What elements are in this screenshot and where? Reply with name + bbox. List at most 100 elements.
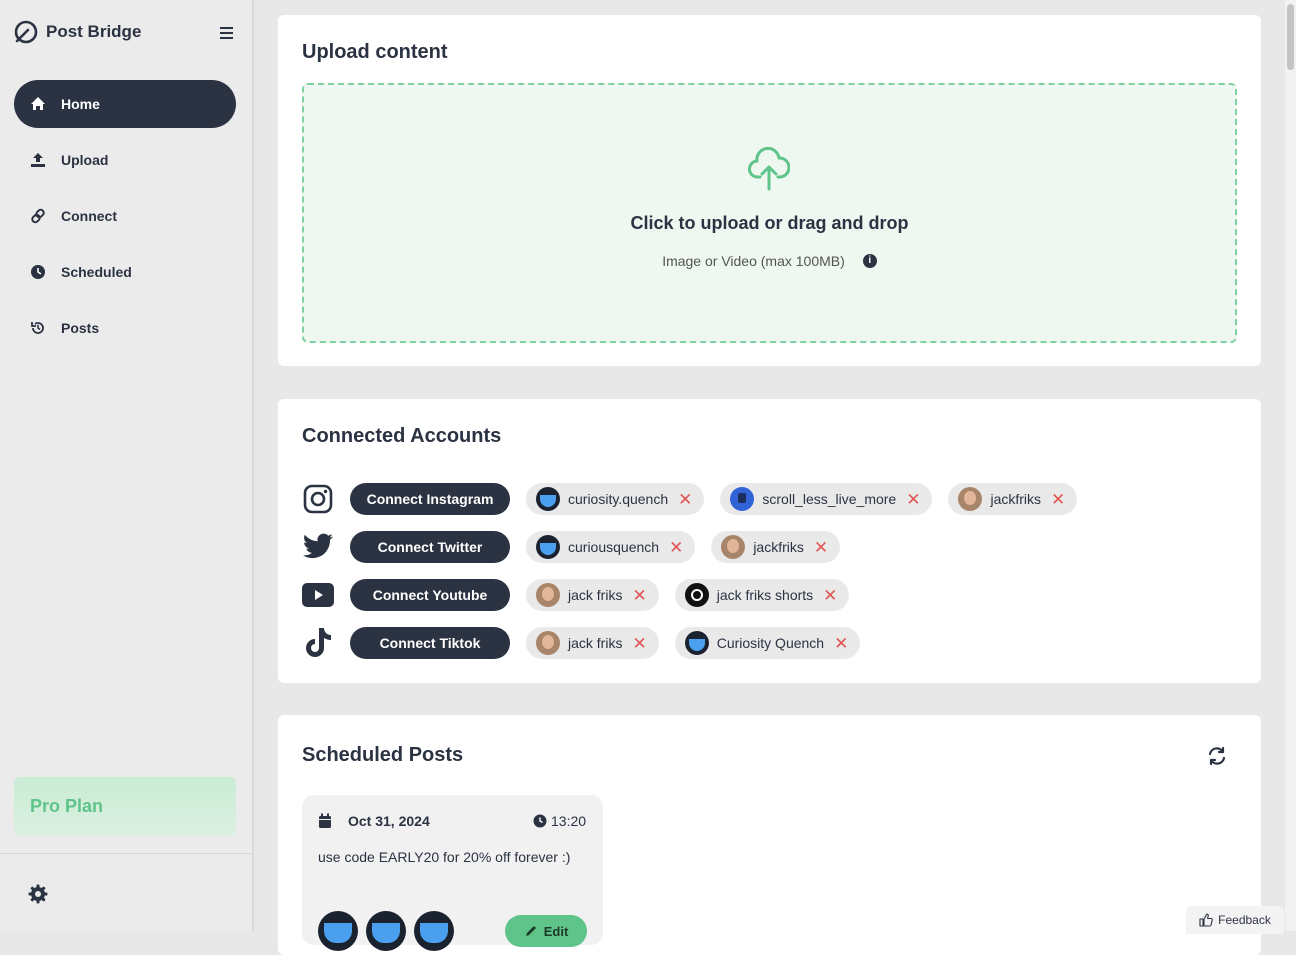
- cloud-upload-icon: [748, 146, 790, 191]
- account-name: scroll_less_live_more: [762, 491, 897, 507]
- refresh-icon[interactable]: [1206, 745, 1228, 767]
- remove-icon[interactable]: ✕: [678, 491, 692, 508]
- pro-plan-badge[interactable]: Pro Plan: [14, 777, 236, 836]
- scrollbar-thumb[interactable]: [1287, 4, 1294, 70]
- twitter-icon: [302, 531, 334, 563]
- avatar: [536, 487, 560, 511]
- sidebar-item-scheduled[interactable]: Scheduled: [14, 248, 236, 296]
- remove-icon[interactable]: ✕: [632, 587, 646, 604]
- remove-icon[interactable]: ✕: [823, 587, 837, 604]
- account-name: jack friks shorts: [716, 587, 814, 603]
- sidebar-item-label: Scheduled: [61, 264, 132, 280]
- connect-twitter-button[interactable]: Connect Twitter: [350, 531, 510, 563]
- scheduled-post-card[interactable]: Oct 31, 2024 13:20 use code EARLY20 for …: [302, 795, 603, 951]
- hamburger-menu-icon[interactable]: [218, 24, 238, 42]
- clock-icon: [533, 814, 547, 828]
- scheduled-title: Scheduled Posts: [302, 744, 464, 766]
- avatar: [684, 583, 709, 607]
- sidebar-item-label: Posts: [61, 320, 100, 336]
- edit-label: Edit: [543, 923, 569, 939]
- connected-accounts-card: Connected Accounts Connect Instagram cur…: [278, 399, 1261, 683]
- sidebar-item-connect[interactable]: Connect: [14, 192, 236, 240]
- history-icon: [31, 322, 44, 334]
- info-icon[interactable]: i: [862, 254, 877, 269]
- avatar: [318, 911, 358, 951]
- avatar: [721, 535, 746, 559]
- remove-icon[interactable]: ✕: [1051, 491, 1065, 508]
- account-name: jackfriks: [753, 539, 804, 555]
- upload-hint-row: Image or Video (max 100MB) i: [304, 253, 1235, 269]
- account-name: Curiosity Quench: [716, 635, 825, 651]
- feedback-button[interactable]: Feedback: [1186, 906, 1284, 934]
- scheduled-posts-card: Scheduled Posts Oct 31, 2024 13:20 use c…: [278, 715, 1261, 955]
- account-name: jackfriks: [990, 491, 1042, 507]
- sidebar-nav: Home Upload Connect Scheduled Posts: [14, 80, 236, 360]
- account-row-tiktok: Connect Tiktok jack friks ✕ Curiosity Qu…: [302, 627, 876, 659]
- sidebar-item-label: Upload: [61, 152, 109, 168]
- gear-icon[interactable]: [28, 884, 48, 904]
- avatar: [414, 911, 454, 951]
- account-chip[interactable]: jack friks ✕: [526, 579, 659, 611]
- account-row-youtube: Connect Youtube jack friks ✕ jack friks …: [302, 579, 865, 611]
- account-chip[interactable]: curiousquench ✕: [526, 531, 696, 563]
- connect-tiktok-button[interactable]: Connect Tiktok: [350, 627, 510, 659]
- edit-icon: [525, 926, 536, 936]
- avatar: [536, 583, 560, 607]
- avatar: [958, 487, 983, 511]
- account-chip[interactable]: Curiosity Quench ✕: [674, 627, 861, 659]
- remove-icon[interactable]: ✕: [632, 635, 646, 652]
- upload-dropzone[interactable]: Click to upload or drag and drop Image o…: [302, 83, 1237, 343]
- sidebar-item-upload[interactable]: Upload: [14, 136, 236, 184]
- page-scrollbar[interactable]: [1285, 0, 1296, 931]
- account-name: jack friks: [568, 635, 623, 651]
- brand[interactable]: Post Bridge: [14, 20, 141, 44]
- sidebar-item-posts[interactable]: Posts: [14, 304, 236, 352]
- account-row-twitter: Connect Twitter curiousquench ✕ jackfrik…: [302, 531, 856, 563]
- accounts-title: Connected Accounts: [302, 425, 502, 447]
- remove-icon[interactable]: ✕: [834, 635, 848, 652]
- post-text: use code EARLY20 for 20% off forever :): [318, 849, 571, 865]
- youtube-icon: [302, 579, 334, 611]
- remove-icon[interactable]: ✕: [814, 539, 828, 556]
- avatar: [536, 535, 560, 559]
- account-chip[interactable]: jackfriks ✕: [948, 483, 1078, 515]
- account-chip[interactable]: scroll_less_live_more ✕: [720, 483, 933, 515]
- upload-title: Upload content: [302, 41, 448, 63]
- avatar: [684, 631, 709, 655]
- calendar-icon: [319, 813, 331, 828]
- upload-prompt: Click to upload or drag and drop: [630, 213, 909, 233]
- remove-icon[interactable]: ✕: [906, 491, 920, 508]
- post-date: Oct 31, 2024: [348, 813, 430, 829]
- post-time: 13:20: [551, 813, 587, 829]
- account-chip[interactable]: jackfriks ✕: [711, 531, 841, 563]
- avatar: [536, 631, 560, 655]
- logo-icon: [14, 20, 38, 44]
- upload-hint: Image or Video (max 100MB): [662, 253, 845, 269]
- post-time-row: 13:20: [533, 813, 586, 829]
- account-name: jack friks: [568, 587, 623, 603]
- account-name: curiousquench: [568, 539, 660, 555]
- thumbs-up-icon: [1199, 913, 1213, 927]
- account-row-instagram: Connect Instagram curiosity.quench ✕ scr…: [302, 483, 1093, 515]
- instagram-icon: [302, 483, 334, 515]
- upload-icon: [31, 153, 45, 167]
- account-chip[interactable]: jack friks ✕: [526, 627, 659, 659]
- clock-icon: [31, 265, 45, 279]
- connect-instagram-button[interactable]: Connect Instagram: [350, 483, 510, 515]
- sidebar-item-home[interactable]: Home: [14, 80, 236, 128]
- connect-youtube-button[interactable]: Connect Youtube: [350, 579, 510, 611]
- home-icon: [31, 97, 45, 110]
- link-icon: [31, 208, 45, 224]
- sidebar-item-label: Connect: [61, 208, 117, 224]
- edit-post-button[interactable]: Edit: [505, 915, 587, 947]
- feedback-label: Feedback: [1218, 913, 1271, 927]
- remove-icon[interactable]: ✕: [669, 539, 683, 556]
- avatar: [366, 911, 406, 951]
- account-chip[interactable]: jack friks shorts ✕: [674, 579, 850, 611]
- upload-card: Upload content Click to upload or drag a…: [278, 15, 1261, 366]
- sidebar-divider: [0, 853, 252, 854]
- sidebar: Post Bridge Home Upload Connect Schedule…: [0, 0, 254, 931]
- sidebar-item-label: Home: [61, 96, 100, 112]
- tiktok-icon: [302, 627, 334, 659]
- account-chip[interactable]: curiosity.quench ✕: [526, 483, 705, 515]
